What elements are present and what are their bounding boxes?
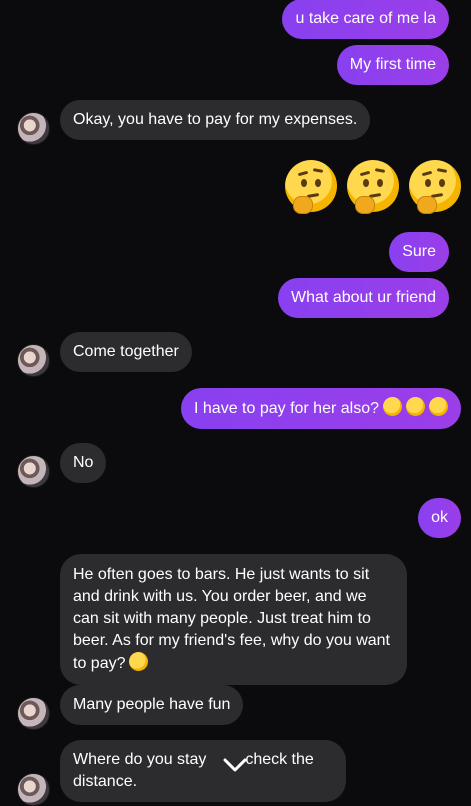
chevron-down-icon [223,758,247,772]
message-text: Come together [73,343,179,360]
message-thread: u take care of me la My first time Okay,… [0,0,471,806]
contact-avatar[interactable] [17,344,50,377]
laughing-face-icon [126,649,152,674]
outgoing-message[interactable]: I have to pay for her also? [181,388,461,429]
emoji-reaction-row [285,160,461,214]
message-text: No [73,454,94,471]
message-text-part-1: Where do you stay [73,751,207,768]
contact-avatar[interactable] [17,455,50,488]
scroll-down-button[interactable] [220,752,250,778]
message-text: Many people have fun [73,696,231,713]
thinking-face-icon [347,160,399,214]
incoming-message[interactable]: Come together [60,332,192,372]
outgoing-message[interactable]: What about ur friend [278,278,449,318]
message-text: u take care of me la [295,10,436,27]
incoming-message[interactable]: Okay, you have to pay for my expenses. [60,100,371,140]
outgoing-message[interactable]: My first time [336,45,449,85]
thinking-face-icon [406,397,425,416]
incoming-message[interactable]: Many people have fun [60,685,244,725]
outgoing-message[interactable]: Sure [389,232,449,272]
message-text: Okay, you have to pay for my expenses. [73,111,358,128]
incoming-message[interactable]: No [60,443,107,483]
message-text: ok [431,509,448,526]
contact-avatar[interactable] [17,697,50,730]
thinking-face-icon [409,160,461,214]
message-text: He often goes to bars. He just wants to … [73,566,390,672]
thinking-face-icon [285,160,337,214]
message-text: My first time [349,56,436,73]
contact-avatar[interactable] [17,112,50,145]
incoming-message[interactable]: He often goes to bars. He just wants to … [60,554,407,685]
contact-avatar[interactable] [17,773,50,806]
incoming-message[interactable]: Where do you stay check the distance. [60,740,346,802]
outgoing-message[interactable]: u take care of me la [282,0,449,39]
outgoing-message[interactable]: ok [418,498,461,538]
message-text: I have to pay for her also? [194,400,379,417]
message-text: What about ur friend [291,289,436,306]
message-text: Sure [402,243,436,260]
thinking-face-icon [383,397,402,416]
thinking-face-icon [429,397,448,416]
